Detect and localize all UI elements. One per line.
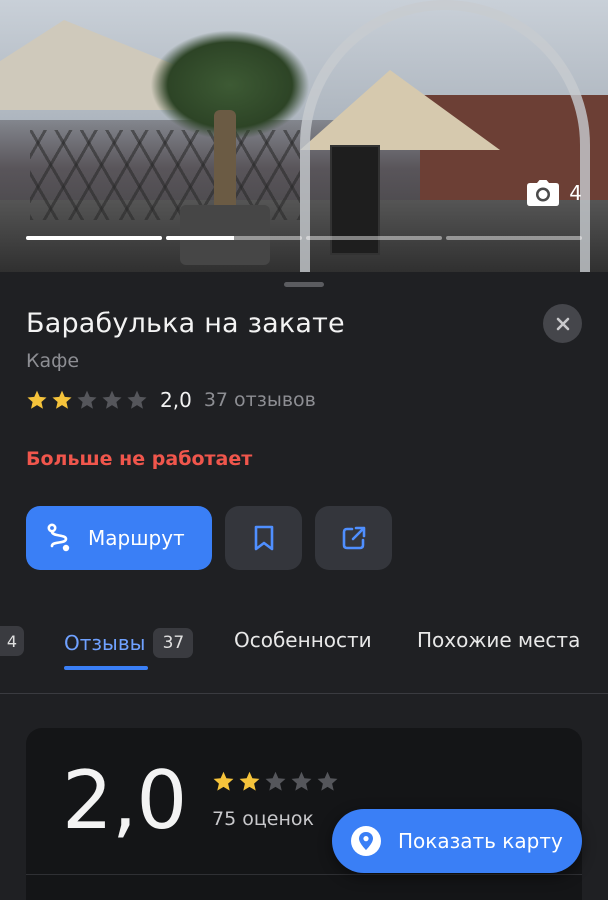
photo-progress-fill: [166, 236, 234, 240]
tab-bar: 4 Отзывы 37 Особенности Похожие места: [0, 622, 608, 672]
star-empty-icon: [127, 390, 147, 409]
close-button[interactable]: [543, 304, 582, 343]
rating-stars: [26, 389, 148, 411]
close-icon: [556, 317, 569, 330]
route-button-label: Маршрут: [88, 526, 185, 550]
reviews-count-link[interactable]: 37 отзывов: [204, 389, 316, 411]
show-map-button-label: Показать карту: [398, 829, 563, 853]
place-title: Барабулька на закате: [26, 308, 345, 339]
photo-count[interactable]: 4: [527, 180, 582, 206]
photo-arch: [300, 0, 590, 272]
photo-progress-segment: [26, 236, 162, 240]
star-empty-icon: [291, 771, 312, 791]
place-card-sheet: Барабулька на закате Кафе 2,0 37 отзывов…: [0, 272, 608, 900]
tab-reviews-label: Отзывы: [64, 631, 146, 655]
action-buttons: Маршрут: [26, 506, 392, 570]
route-icon: [47, 523, 70, 552]
active-tab-indicator: [64, 666, 148, 670]
bookmark-button[interactable]: [225, 506, 302, 570]
share-icon: [342, 526, 365, 550]
place-photo[interactable]: 4: [0, 0, 608, 272]
photo-pot: [180, 205, 270, 265]
photo-progress-fill: [26, 236, 162, 240]
photo-progress-segment: [306, 236, 442, 240]
star-filled-icon: [52, 390, 72, 409]
star-filled-icon: [239, 771, 260, 791]
photo-progress-segment: [446, 236, 582, 240]
photo-progress-segment: [166, 236, 302, 240]
closed-status: Больше не работает: [26, 448, 253, 470]
tab-features[interactable]: Особенности: [234, 628, 372, 652]
route-button[interactable]: Маршрут: [26, 506, 212, 570]
share-button[interactable]: [315, 506, 392, 570]
tab-photos-badge[interactable]: 4: [0, 626, 24, 656]
star-filled-icon: [213, 771, 234, 791]
camera-icon: [527, 180, 560, 206]
summary-rating-stars: [212, 770, 339, 793]
map-pin-icon: [351, 826, 381, 856]
summary-ratings-count: 75 оценок: [212, 808, 314, 830]
sheet-grabber[interactable]: [284, 282, 324, 287]
star-empty-icon: [102, 390, 122, 409]
photo-count-value: 4: [569, 181, 582, 205]
show-map-button[interactable]: Показать карту: [332, 809, 582, 873]
rating-value: 2,0: [160, 388, 192, 412]
place-category: Кафе: [26, 350, 80, 372]
photo-progress: [26, 236, 582, 240]
star-empty-icon: [317, 771, 338, 791]
tab-reviews[interactable]: Отзывы 37: [64, 628, 194, 658]
card-divider: [26, 874, 582, 875]
star-empty-icon: [265, 771, 286, 791]
bookmark-icon: [254, 525, 273, 551]
star-filled-icon: [27, 390, 47, 409]
tabs-divider: [0, 693, 608, 694]
star-empty-icon: [77, 390, 97, 409]
rating-row[interactable]: 2,0 37 отзывов: [26, 388, 316, 412]
tab-similar-places[interactable]: Похожие места: [417, 628, 580, 652]
summary-rating-value: 2,0: [62, 754, 187, 847]
tab-reviews-badge: 37: [153, 628, 194, 658]
